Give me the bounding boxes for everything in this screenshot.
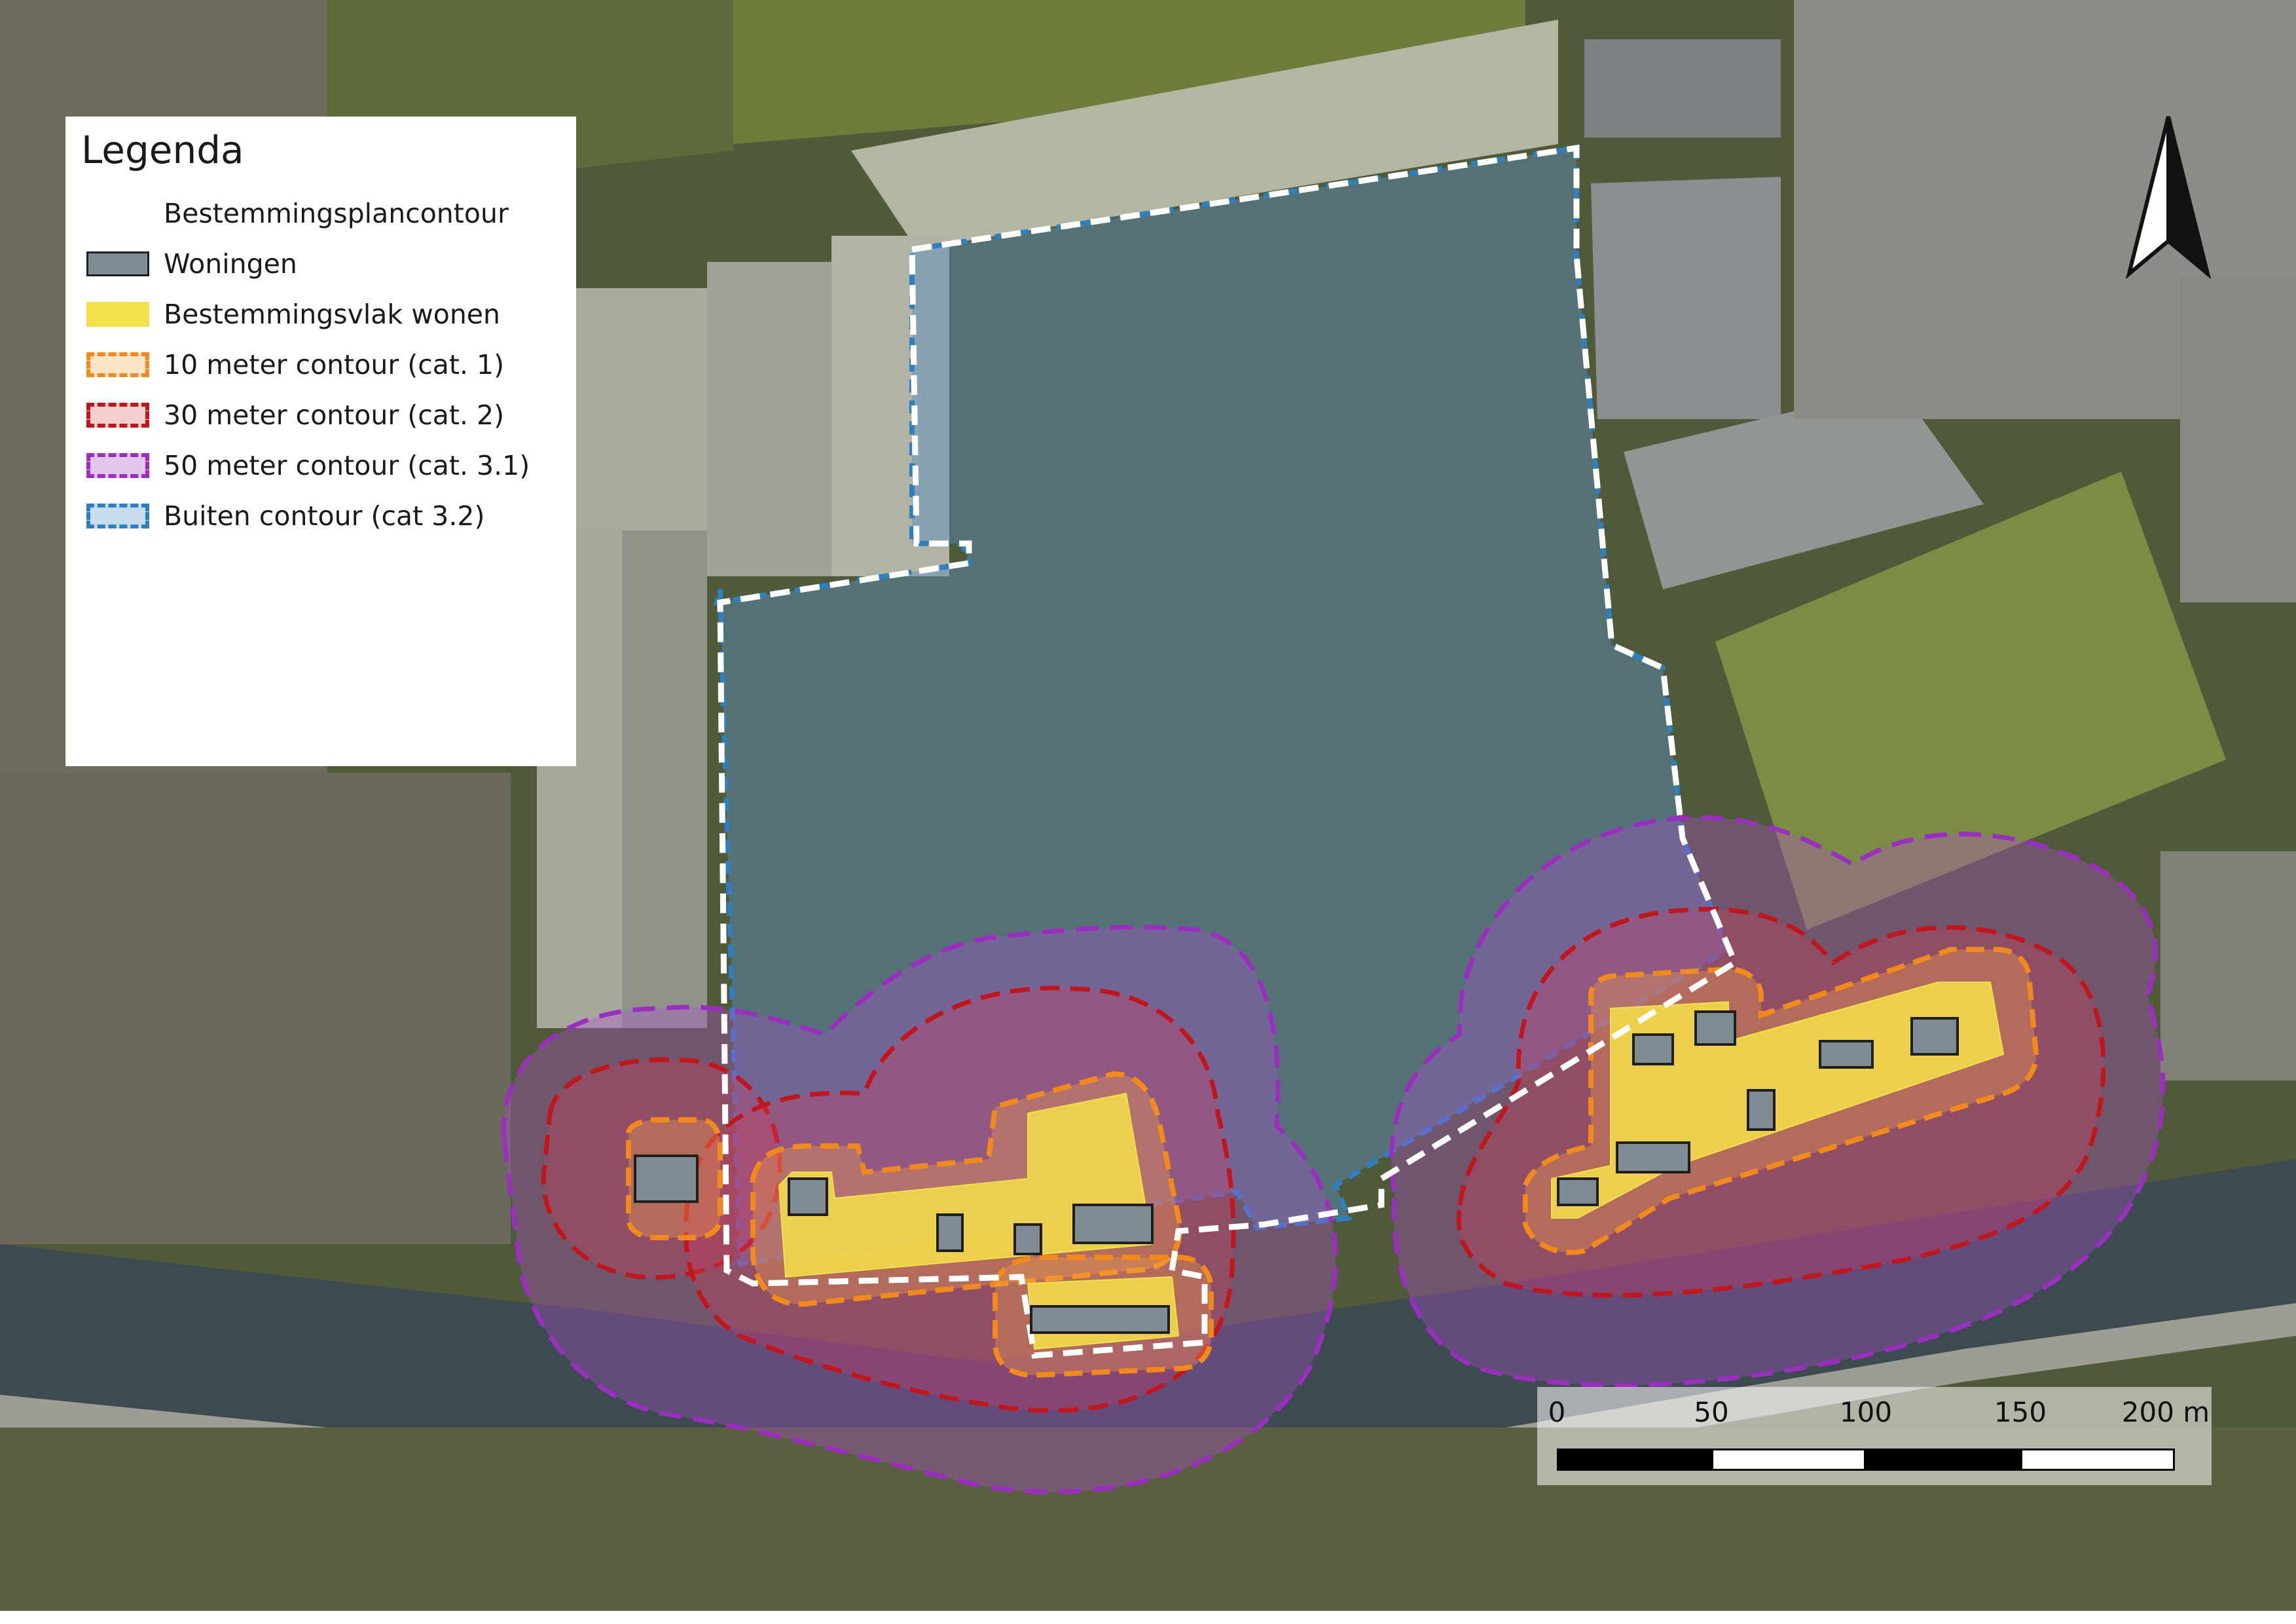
scale-segment-black bbox=[1866, 1449, 2020, 1471]
woning bbox=[1694, 1010, 1736, 1046]
woning bbox=[936, 1213, 964, 1252]
woning bbox=[788, 1177, 828, 1216]
woning bbox=[1747, 1089, 1776, 1131]
purple-contour-swatch-icon bbox=[86, 453, 149, 479]
woning bbox=[1030, 1305, 1170, 1334]
legend-label: Woningen bbox=[164, 248, 297, 280]
woning bbox=[1819, 1040, 1874, 1069]
scale-segment-white bbox=[2020, 1449, 2175, 1471]
yellow-zone-swatch-icon bbox=[86, 302, 149, 327]
legend-label: Bestemmingsplancontour bbox=[164, 198, 509, 230]
grey-building-swatch-icon bbox=[86, 251, 149, 277]
scale-tick-label: 50 bbox=[1694, 1396, 1729, 1428]
woning bbox=[1557, 1177, 1599, 1206]
scale-tick-label: 0 bbox=[1548, 1396, 1566, 1428]
white-dashed-line-icon bbox=[86, 201, 149, 227]
legend-item-bestemmingsvlak-wonen: Bestemmingsvlak wonen bbox=[81, 289, 560, 340]
red-contour-swatch-icon bbox=[86, 403, 149, 428]
orange-contour-swatch-icon bbox=[86, 352, 149, 378]
map-legend: Legenda Bestemmingsplancontour Woningen … bbox=[65, 117, 576, 766]
scale-bar: 0 50 100 150 200 m bbox=[1537, 1387, 2212, 1485]
blue-contour-swatch-icon bbox=[86, 504, 149, 529]
legend-item-contour-30m: 30 meter contour (cat. 2) bbox=[81, 390, 560, 441]
scale-tick-label: 150 bbox=[1994, 1396, 2047, 1428]
legend-label: Buiten contour (cat 3.2) bbox=[164, 500, 485, 532]
legend-title: Legenda bbox=[81, 128, 244, 172]
legend-label: 30 meter contour (cat. 2) bbox=[164, 399, 505, 432]
legend-label: 10 meter contour (cat. 1) bbox=[164, 349, 505, 381]
legend-item-contour-50m: 50 meter contour (cat. 3.1) bbox=[81, 441, 560, 491]
woning bbox=[1910, 1017, 1959, 1056]
woning bbox=[1072, 1204, 1154, 1244]
woning bbox=[634, 1154, 699, 1203]
legend-item-woningen: Woningen bbox=[81, 239, 560, 289]
woning bbox=[1013, 1223, 1042, 1255]
legend-item-bestemmingsplancontour: Bestemmingsplancontour bbox=[81, 189, 560, 239]
woning bbox=[1632, 1033, 1674, 1065]
scale-segment-white bbox=[1711, 1449, 1866, 1471]
legend-item-buiten-contour: Buiten contour (cat 3.2) bbox=[81, 491, 560, 542]
legend-label: 50 meter contour (cat. 3.1) bbox=[164, 450, 530, 482]
scale-tick-label: 100 bbox=[1839, 1396, 1893, 1428]
scale-tick-label: 200 m bbox=[2121, 1396, 2210, 1428]
legend-item-contour-10m: 10 meter contour (cat. 1) bbox=[81, 340, 560, 390]
woning bbox=[1616, 1141, 1690, 1173]
legend-label: Bestemmingsvlak wonen bbox=[164, 299, 501, 331]
scale-segment-black bbox=[1557, 1449, 1711, 1471]
